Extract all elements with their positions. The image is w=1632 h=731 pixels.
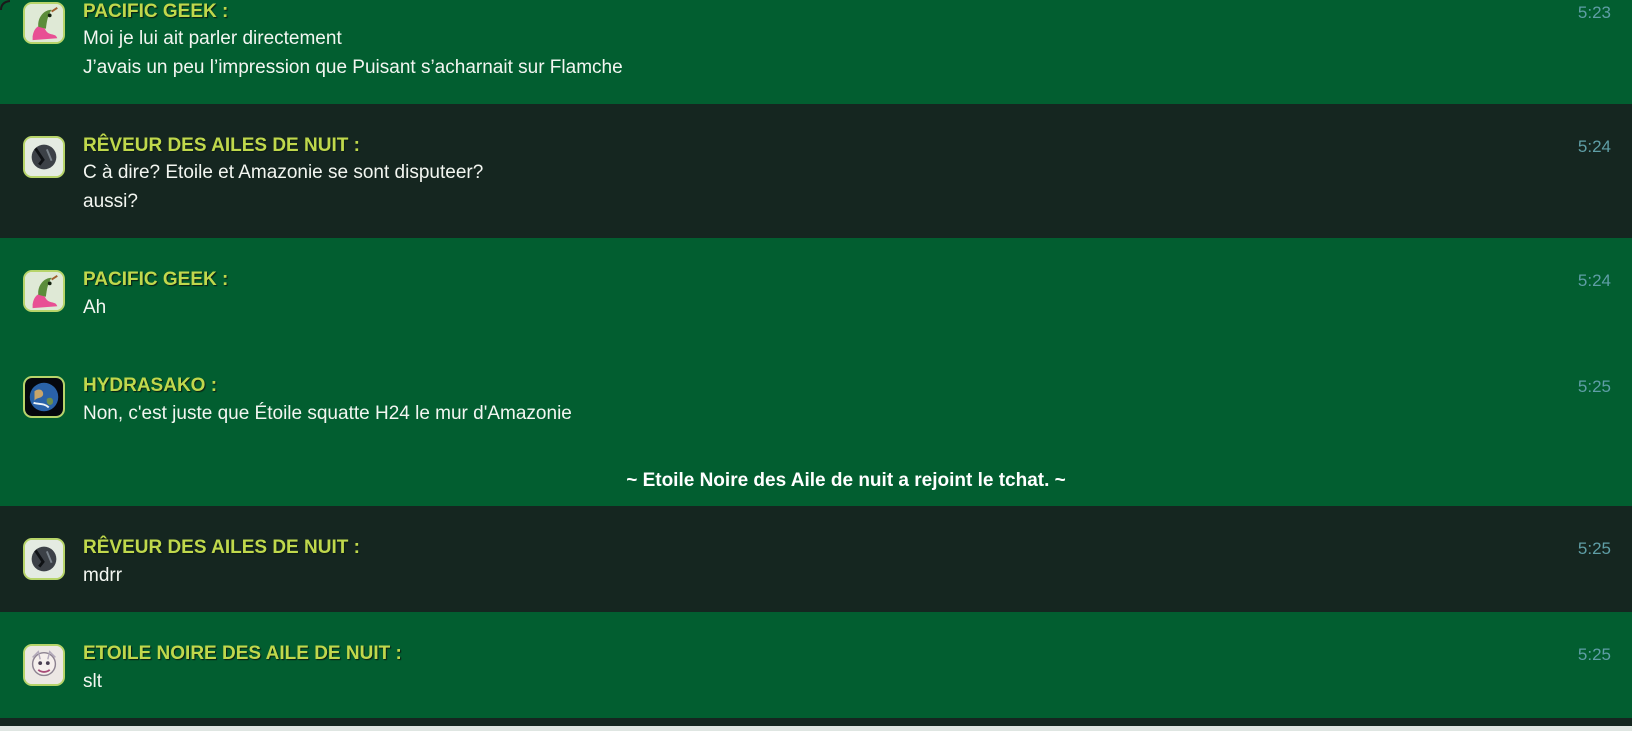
pink-bird-avatar-icon[interactable] xyxy=(23,2,65,44)
message-text: Ah xyxy=(83,297,107,318)
dark-dragon-avatar-icon[interactable] xyxy=(23,538,65,580)
sketch-creature-avatar-icon[interactable] xyxy=(23,644,65,686)
message-text: J’avais un peu l’impression que Puisant … xyxy=(83,57,623,78)
chat-log[interactable]: PACIFIC GEEK : Moi je lui ait parler dir… xyxy=(0,0,1632,726)
system-join-message: ~ Etoile Noire des Aile de nuit a rejoin… xyxy=(626,470,1066,491)
message-text: slt xyxy=(83,671,102,692)
message-author[interactable]: ETOILE NOIRE DES AILE DE NUIT : xyxy=(83,643,402,665)
message-text: Non, c'est juste que Étoile squatte H24 … xyxy=(83,403,572,424)
message-author[interactable]: HYDRASAKO : xyxy=(83,375,217,397)
message-text: C à dire? Etoile et Amazonie se sont dis… xyxy=(83,162,484,183)
message-author[interactable]: PACIFIC GEEK : xyxy=(83,1,228,23)
message-time: 5:25 xyxy=(1577,539,1611,558)
message-text: aussi? xyxy=(83,191,138,212)
message-group-background xyxy=(0,612,1632,718)
earth-globe-avatar-icon[interactable] xyxy=(23,376,65,418)
corner-arc-icon xyxy=(0,0,10,10)
dark-dragon-avatar-icon[interactable] xyxy=(23,136,65,178)
message-author[interactable]: RÊVEUR DES AILES DE NUIT : xyxy=(83,537,360,559)
pink-bird-avatar-icon[interactable] xyxy=(23,270,65,312)
message-author[interactable]: RÊVEUR DES AILES DE NUIT : xyxy=(83,135,360,157)
message-author[interactable]: PACIFIC GEEK : xyxy=(83,269,228,291)
message-group-background xyxy=(0,238,1632,506)
message-text: Moi je lui ait parler directement xyxy=(83,28,342,49)
message-group-background xyxy=(0,0,1632,104)
message-time: 5:24 xyxy=(1577,271,1611,290)
message-time: 5:23 xyxy=(1577,3,1611,22)
message-group-background xyxy=(0,506,1632,612)
message-text: mdrr xyxy=(83,565,123,586)
message-time: 5:25 xyxy=(1577,645,1611,664)
message-group-background xyxy=(0,718,1632,726)
message-time: 5:25 xyxy=(1577,377,1611,396)
message-time: 5:24 xyxy=(1577,137,1611,156)
